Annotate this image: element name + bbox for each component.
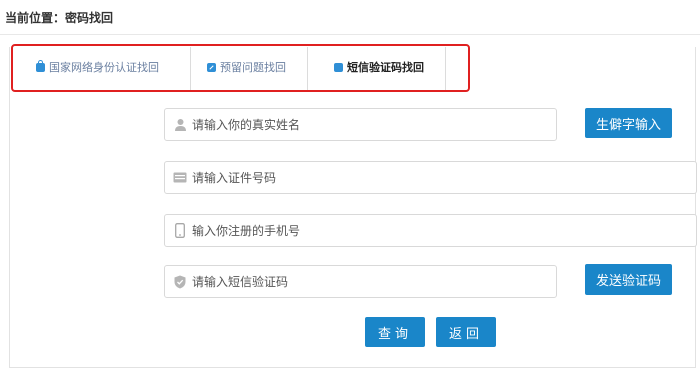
id-field[interactable] bbox=[164, 161, 697, 194]
tabs-highlight-box bbox=[11, 44, 470, 92]
form-panel bbox=[9, 47, 696, 368]
code-field[interactable] bbox=[164, 265, 557, 298]
back-button[interactable]: 返回 bbox=[436, 317, 496, 347]
user-icon bbox=[173, 118, 187, 132]
name-field[interactable] bbox=[164, 108, 557, 141]
breadcrumb: 当前位置：密码找回 bbox=[5, 11, 114, 25]
breadcrumb-divider bbox=[0, 34, 700, 35]
rare-character-input-button[interactable]: 生僻字输入 bbox=[585, 108, 672, 138]
id-input[interactable] bbox=[192, 162, 696, 193]
mobile-icon bbox=[173, 223, 187, 238]
phone-input[interactable] bbox=[192, 215, 696, 246]
shield-icon bbox=[173, 275, 187, 289]
query-button[interactable]: 查询 bbox=[365, 317, 425, 347]
name-input[interactable] bbox=[192, 109, 556, 140]
code-input[interactable] bbox=[192, 266, 556, 297]
phone-field[interactable] bbox=[164, 214, 697, 247]
send-code-button[interactable]: 发送验证码 bbox=[585, 264, 672, 295]
id-card-icon bbox=[173, 171, 187, 185]
